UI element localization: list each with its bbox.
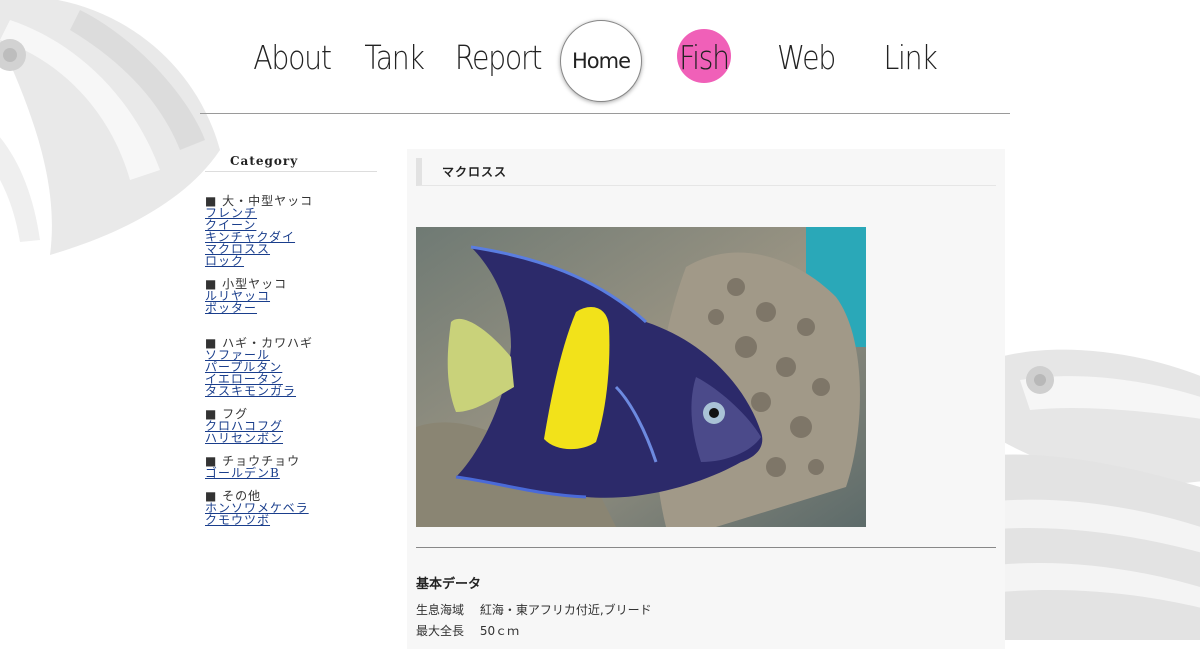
category-group: ■ 小型ヤッコ ルリヤッコ ポッター (205, 278, 377, 314)
nav-label: Tank (364, 38, 425, 77)
nav-item-web[interactable]: Web (754, 0, 858, 112)
nav-label: About (253, 38, 332, 77)
category-sidebar: Category ■ 大・中型ヤッコ フレンチ クイーン キンチャクダイ マクロ… (205, 150, 377, 537)
data-value: 紅海・東アフリカ付近,ブリード (479, 603, 652, 617)
nav-label: Fish (679, 38, 730, 77)
category-link[interactable]: ポッター (205, 302, 377, 314)
category-link[interactable]: ハリセンボン (205, 432, 377, 444)
content-panel: マクロスス 基本データ 生息海域 紅海・東アフリカ付近,ブリード 最大全長 50… (407, 149, 1005, 649)
category-group: ■ その他 ホンソワメケベラ クモウツボ (205, 490, 377, 526)
category-title: Category (205, 150, 377, 172)
category-link[interactable]: タスキモンガラ (205, 385, 377, 397)
nav-divider (200, 113, 1010, 114)
category-group: ■ フグ クロハコフグ ハリセンボン (205, 408, 377, 444)
nav-item-tank[interactable]: Tank (342, 0, 446, 112)
data-key: 最大全長 (416, 624, 465, 638)
category-group: ■ 大・中型ヤッコ フレンチ クイーン キンチャクダイ マクロスス ロック (205, 195, 377, 267)
nav-label: Web (776, 38, 836, 77)
home-label: Home (571, 49, 631, 73)
fish-photo-icon (416, 227, 866, 527)
data-row: 最大全長 50ｃｍ (416, 622, 519, 639)
nav-label: Report (454, 38, 543, 77)
nav-label: Link (883, 38, 938, 77)
category-link[interactable]: クモウツボ (205, 514, 377, 526)
nav-item-report[interactable]: Report (446, 0, 550, 112)
section-divider (416, 547, 996, 548)
nav-item-about[interactable]: About (240, 0, 344, 112)
nav-item-link[interactable]: Link (858, 0, 962, 112)
section-title: 基本データ (416, 577, 482, 592)
category-group: ■ ハギ・カワハギ ソファール パープルタン イエロータン タスキモンガラ (205, 337, 377, 397)
nav-item-fish[interactable]: Fish (652, 0, 756, 112)
nav-home-button[interactable]: Home (560, 20, 642, 102)
page-title: マクロスス (416, 158, 996, 186)
data-key: 生息海域 (416, 603, 465, 617)
data-row: 生息海域 紅海・東アフリカ付近,ブリード (416, 601, 652, 618)
category-group: ■ チョウチョウ ゴールデンB (205, 455, 377, 479)
category-link[interactable]: ゴールデンB (205, 467, 377, 479)
data-value: 50ｃｍ (479, 624, 520, 638)
category-link[interactable]: ロック (205, 255, 377, 267)
